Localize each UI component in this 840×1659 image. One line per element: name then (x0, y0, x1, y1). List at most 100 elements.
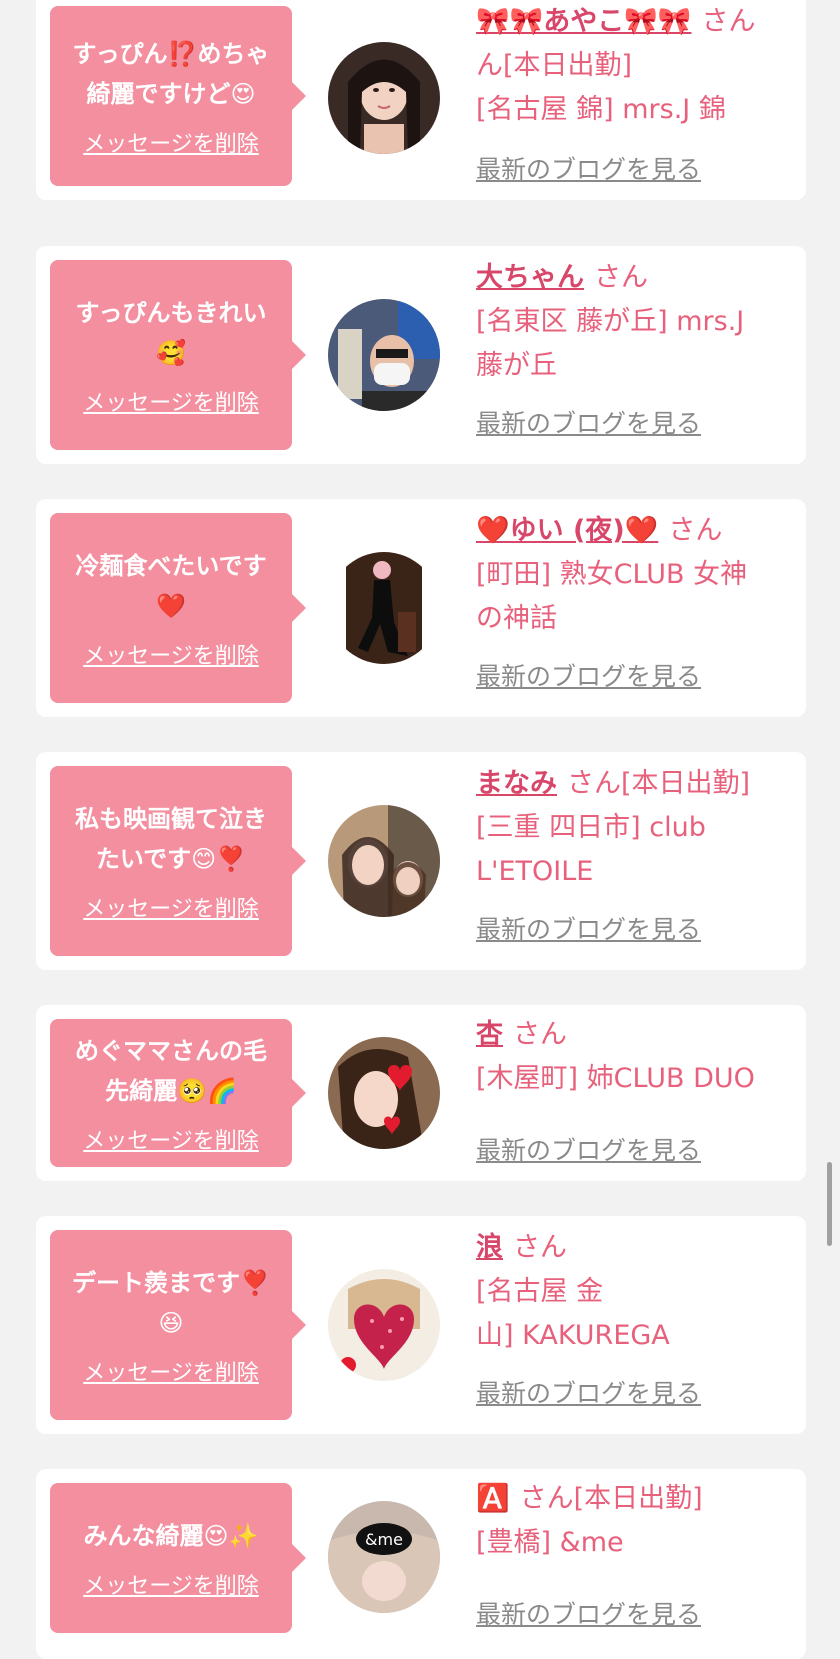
latest-blog-link[interactable]: 最新のブログを見る (476, 910, 701, 946)
honorific: さん (513, 1019, 567, 1050)
message-line: ❤️ (156, 592, 186, 620)
andme-logo-icon: &me (328, 1501, 440, 1613)
message-line: 🥰 (156, 339, 186, 367)
store-line: [名東区 藤が丘] mrs.J (476, 306, 745, 337)
heart-face-icon (328, 1037, 440, 1149)
name-line: 杏さん (476, 1013, 816, 1057)
message-bubble: デート羨まです❣️ 😆 メッセージを削除 (50, 1230, 306, 1420)
message-text: すっぴんもきれい 🥰 (67, 293, 274, 373)
delete-message-link[interactable]: メッセージを削除 (83, 385, 259, 417)
store-line: [名古屋 錦] mrs.J 錦 (476, 94, 726, 125)
honorific: さん (594, 262, 648, 293)
name-line: 大ちゃん さん (476, 256, 816, 300)
message-bubble: 私も映画観て泣き たいです😊❣️ メッセージを削除 (50, 766, 306, 956)
delete-message-link[interactable]: メッセージを削除 (83, 1123, 259, 1155)
message-text: デート羨まです❣️ 😆 (64, 1263, 278, 1343)
message-card: すっぴん⁉️めちゃ 綺麗ですけど😍 メッセージを削除 🎀🎀あやこ🎀🎀 さん ん[本… (36, 0, 806, 200)
attendance-badge: [本日出勤] (621, 768, 751, 799)
avatar[interactable] (328, 42, 440, 154)
user-info: 🎀🎀あやこ🎀🎀 さん ん[本日出勤] [名古屋 錦] mrs.J 錦 (476, 0, 816, 132)
name-line: 🎀🎀あやこ🎀🎀 さん (476, 0, 816, 44)
store-line: [木屋町] 姉CLUB DUO (476, 1063, 755, 1094)
user-info: まなみ さん[本日出勤] [三重 四日市] club L'ETOILE (476, 762, 816, 894)
honorific: さん (701, 6, 756, 37)
user-name-link[interactable]: まなみ (476, 768, 557, 799)
store-line: 藤が丘 (476, 350, 557, 381)
message-bubble: すっぴんもきれい 🥰 メッセージを削除 (50, 260, 306, 450)
store-line: [町田] 熟女CLUB 女神 (476, 559, 748, 590)
message-line: すっぴんもきれい (75, 299, 267, 327)
user-info: 大ちゃん さん [名東区 藤が丘] mrs.J 藤が丘 (476, 256, 816, 388)
name-line: 🅰️ さん[本日出勤] (476, 1477, 816, 1521)
latest-blog-link[interactable]: 最新のブログを見る (476, 404, 701, 440)
store-line: 山] KAKUREGA (476, 1320, 670, 1351)
latest-blog-link[interactable]: 最新のブログを見る (476, 1374, 701, 1410)
honorific: さん (567, 768, 621, 799)
avatar[interactable] (328, 1269, 440, 1381)
message-card: デート羨まです❣️ 😆 メッセージを削除 浪さん [名古屋 金 山] KAKUR… (36, 1216, 806, 1434)
woman-portrait-icon (328, 42, 440, 154)
glitter-heart-icon (328, 1269, 440, 1381)
avatar[interactable]: &me (328, 1501, 440, 1613)
delete-message-link[interactable]: メッセージを削除 (83, 126, 259, 158)
scrollbar[interactable] (827, 1162, 832, 1246)
store-line: L'ETOILE (476, 856, 594, 887)
avatar[interactable] (328, 805, 440, 917)
user-name-link[interactable]: 🎀🎀あやこ🎀🎀 (476, 6, 691, 37)
user-name-link[interactable]: 杏 (476, 1019, 503, 1050)
message-text: みんな綺麗😍✨ (76, 1516, 267, 1556)
message-text: 冷麺食べたいです ❤️ (67, 546, 274, 626)
latest-blog-link[interactable]: 最新のブログを見る (476, 657, 701, 693)
user-info: 杏さん [木屋町] 姉CLUB DUO (476, 1013, 816, 1101)
delete-message-link[interactable]: メッセージを削除 (83, 638, 259, 670)
message-line: 綺麗ですけど😍 (86, 80, 256, 108)
name-line: 浪さん (476, 1226, 816, 1270)
user-name-link[interactable]: 浪 (476, 1232, 503, 1263)
message-line: デート羨まです❣️ (72, 1269, 270, 1297)
store-line: [三重 四日市] club (476, 812, 706, 843)
honorific: さん (668, 515, 723, 546)
message-bubble: みんな綺麗😍✨ メッセージを削除 (50, 1483, 306, 1633)
user-name-link[interactable]: 🅰️ (476, 1483, 510, 1514)
message-text: めぐママさんの毛 先綺麗🥺🌈 (67, 1031, 275, 1111)
message-line: 先綺麗🥺🌈 (105, 1077, 237, 1105)
user-info: ❤️ゆい (夜)❤️ さん [町田] 熟女CLUB 女神 の神話 (476, 509, 816, 641)
attendance-badge: [本日出勤] (573, 1483, 703, 1514)
message-line: たいです😊❣️ (95, 845, 247, 873)
message-line: 冷麺食べたいです (75, 552, 267, 580)
honorific: さん (519, 1483, 574, 1514)
name-line: まなみ さん[本日出勤] (476, 762, 816, 806)
message-card: 私も映画観て泣き たいです😊❣️ メッセージを削除 まなみ さん[本日出勤] [三… (36, 752, 806, 970)
latest-blog-link[interactable]: 最新のブログを見る (476, 1131, 701, 1167)
man-selfie-icon (328, 299, 440, 411)
store-line: [名古屋 金 (476, 1276, 604, 1307)
two-women-icon (328, 805, 440, 917)
store-line: の神話 (476, 603, 557, 634)
avatar[interactable] (328, 552, 440, 664)
message-bubble: 冷麺食べたいです ❤️ メッセージを削除 (50, 513, 306, 703)
user-info: 浪さん [名古屋 金 山] KAKUREGA (476, 1226, 816, 1358)
latest-blog-link[interactable]: 最新のブログを見る (476, 1595, 701, 1631)
message-card: みんな綺麗😍✨ メッセージを削除 &me 🅰️ さん[本日出勤] [豊橋] &me… (36, 1469, 806, 1659)
user-name-link[interactable]: 大ちゃん (476, 262, 584, 293)
delete-message-link[interactable]: メッセージを削除 (83, 1355, 259, 1387)
message-line: 😆 (158, 1309, 184, 1337)
woman-dress-icon (328, 552, 440, 664)
svg-text:&me: &me (365, 1530, 403, 1549)
message-line: みんな綺麗😍✨ (83, 1522, 259, 1550)
message-text: すっぴん⁉️めちゃ 綺麗ですけど😍 (65, 34, 278, 114)
message-text: 私も映画観て泣き たいです😊❣️ (67, 799, 275, 879)
store-line: [豊橋] &me (476, 1527, 624, 1558)
delete-message-link[interactable]: メッセージを削除 (83, 891, 259, 923)
store-line: ん[本日出勤] (476, 50, 633, 81)
message-line: 私も映画観て泣き (75, 805, 267, 833)
latest-blog-link[interactable]: 最新のブログを見る (476, 150, 701, 186)
avatar[interactable] (328, 299, 440, 411)
message-card: すっぴんもきれい 🥰 メッセージを削除 大ちゃん さん [名東区 藤が丘] mrs… (36, 246, 806, 464)
message-line: すっぴん⁉️めちゃ (72, 40, 270, 68)
delete-message-link[interactable]: メッセージを削除 (83, 1568, 259, 1600)
user-name-link[interactable]: ❤️ゆい (夜)❤️ (476, 515, 658, 546)
avatar[interactable] (328, 1037, 440, 1149)
message-card: めぐママさんの毛 先綺麗🥺🌈 メッセージを削除 杏さん [木屋町] 姉CLUB … (36, 1005, 806, 1181)
message-line: めぐママさんの毛 (75, 1037, 267, 1065)
